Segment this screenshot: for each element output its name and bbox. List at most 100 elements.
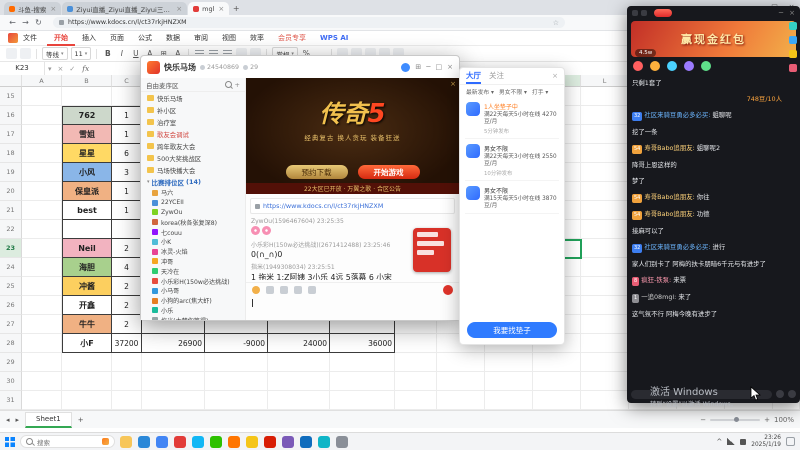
cell-A15[interactable] xyxy=(22,87,62,106)
group-header[interactable]: ▾ 比赛排位区 (14) xyxy=(141,176,245,188)
find-seat-button[interactable]: 我要找垫子 xyxy=(467,322,557,338)
select-all-corner[interactable] xyxy=(0,75,22,87)
member-item[interactable]: 小K xyxy=(141,237,245,247)
volume-icon[interactable] xyxy=(740,438,747,445)
new-tab-button[interactable]: + xyxy=(230,2,242,15)
ribbon-tab-页面[interactable]: 页面 xyxy=(103,31,131,46)
cell-C20[interactable]: 1 xyxy=(112,182,142,201)
italic-icon[interactable]: I xyxy=(116,48,127,59)
row-header-16[interactable]: 16 xyxy=(0,106,22,125)
cell-B27[interactable]: 牛牛 xyxy=(62,315,112,334)
member-item[interactable]: 马六 xyxy=(141,188,245,198)
cell-L29[interactable] xyxy=(581,353,629,372)
sheet-nav-left-icon[interactable]: ◂ xyxy=(6,416,10,424)
row-header-22[interactable]: 22 xyxy=(0,220,22,239)
cell-A30[interactable] xyxy=(22,372,62,391)
zoom-slider[interactable] xyxy=(710,416,761,422)
ribbon-tab-视图[interactable]: 视图 xyxy=(215,31,243,46)
cell-A24[interactable] xyxy=(22,258,62,277)
channel-item[interactable]: 歌友会调试 xyxy=(141,128,245,140)
cell-B22[interactable] xyxy=(62,220,112,239)
font-size-select[interactable]: 11 ▾ xyxy=(70,47,92,60)
taskbar-app-qq[interactable] xyxy=(192,435,204,448)
member-item[interactable]: 小乐 xyxy=(141,306,245,316)
add-sheet-icon[interactable]: + xyxy=(78,416,84,424)
cell-K29[interactable] xyxy=(533,353,581,372)
cell-D30[interactable] xyxy=(142,372,205,391)
confirm-entry-icon[interactable]: ✓ xyxy=(69,65,75,73)
row-header-31[interactable]: 31 xyxy=(0,391,22,410)
row-header-15[interactable]: 15 xyxy=(0,87,22,106)
activity-icon-2[interactable] xyxy=(650,61,660,71)
taskbar-app-store[interactable] xyxy=(318,435,330,448)
cell-C30[interactable] xyxy=(112,372,142,391)
ribbon-tab-插入[interactable]: 插入 xyxy=(75,31,103,46)
search-icon[interactable] xyxy=(224,81,232,88)
cell-B28[interactable]: 小F xyxy=(62,334,112,353)
cell-A25[interactable] xyxy=(22,277,62,296)
cell-B19[interactable]: 小风 xyxy=(62,163,112,182)
member-item[interactable]: ZywOu xyxy=(141,208,245,218)
cell-L19[interactable] xyxy=(581,163,629,182)
file-transfer-icon[interactable] xyxy=(294,285,302,294)
ad-footer[interactable]: 22大区已开放 · 万翼之歌 · 合区公告 xyxy=(246,183,459,194)
cell-H29[interactable] xyxy=(395,353,437,372)
ribbon-tab-审阅[interactable]: 审阅 xyxy=(187,31,215,46)
cell-F31[interactable] xyxy=(268,391,330,410)
cell-B30[interactable] xyxy=(62,372,112,391)
cell-H28[interactable] xyxy=(395,334,437,353)
cell-C24[interactable]: 4 xyxy=(112,258,142,277)
settings-icon[interactable] xyxy=(641,9,647,16)
cell-G29[interactable] xyxy=(330,353,395,372)
member-item[interactable]: 小狗的arc(焦大虾) xyxy=(141,296,245,306)
voice-record-button[interactable] xyxy=(443,284,453,295)
cell-L25[interactable] xyxy=(581,277,629,296)
member-item[interactable]: 拖米(太梦你等得) xyxy=(141,315,245,320)
cell-C16[interactable]: 1 xyxy=(112,106,142,125)
chat-title-bar[interactable]: 快乐马场 24540869 29 ⊞ ─ □ × xyxy=(141,56,459,79)
cell-L17[interactable] xyxy=(581,125,629,144)
cell-C15[interactable] xyxy=(112,87,142,106)
cell-C22[interactable] xyxy=(112,220,142,239)
emoji-icon[interactable] xyxy=(252,285,260,294)
rail-icon-4[interactable] xyxy=(789,64,797,72)
cell-L22[interactable] xyxy=(581,220,629,239)
tab-close-icon[interactable]: × xyxy=(218,5,224,13)
add-channel-icon[interactable]: + xyxy=(235,81,240,89)
cell-I30[interactable] xyxy=(437,372,485,391)
cell-E29[interactable] xyxy=(205,353,268,372)
file-menu[interactable]: 文件 xyxy=(23,33,37,43)
cell-F30[interactable] xyxy=(268,372,330,391)
column-header-A[interactable]: A xyxy=(22,75,62,87)
cell-A23[interactable] xyxy=(22,239,62,258)
chevron-down-icon[interactable]: ▾ xyxy=(48,65,52,73)
column-header-B[interactable]: B xyxy=(62,75,112,87)
paste-icon[interactable] xyxy=(6,48,17,59)
cell-I29[interactable] xyxy=(437,353,485,372)
member-item[interactable]: 天冷在 xyxy=(141,266,245,276)
bold-icon[interactable]: B xyxy=(102,48,113,59)
cell-B18[interactable]: 星星 xyxy=(62,144,112,163)
cell-C26[interactable]: 2 xyxy=(112,296,142,315)
cell-C18[interactable]: 6 xyxy=(112,144,142,163)
cell-D29[interactable] xyxy=(142,353,205,372)
cell-C19[interactable]: 3 xyxy=(112,163,142,182)
row-header-21[interactable]: 21 xyxy=(0,201,22,220)
cell-L23[interactable] xyxy=(581,239,629,258)
member-item[interactable]: 小乐彩H(150w必达挑战) xyxy=(141,276,245,286)
member-item[interactable]: 冰灵-火焰 xyxy=(141,247,245,257)
lobby-filter[interactable]: 打手 ▾ xyxy=(532,87,548,96)
cell-J30[interactable] xyxy=(485,372,533,391)
row-header-19[interactable]: 19 xyxy=(0,163,22,182)
cell-A31[interactable] xyxy=(22,391,62,410)
close-ad-icon[interactable]: × xyxy=(450,80,456,88)
cell-A17[interactable] xyxy=(22,125,62,144)
sheet-nav-right-icon[interactable]: ▸ xyxy=(16,416,20,424)
cell-D31[interactable] xyxy=(142,391,205,410)
cell-H31[interactable] xyxy=(395,391,437,410)
cell-F29[interactable] xyxy=(268,353,330,372)
cell-A27[interactable] xyxy=(22,315,62,334)
insert-function-icon[interactable]: fx xyxy=(82,64,89,73)
maximize-icon[interactable]: □ xyxy=(436,63,443,71)
forward-icon[interactable]: → xyxy=(19,18,32,27)
